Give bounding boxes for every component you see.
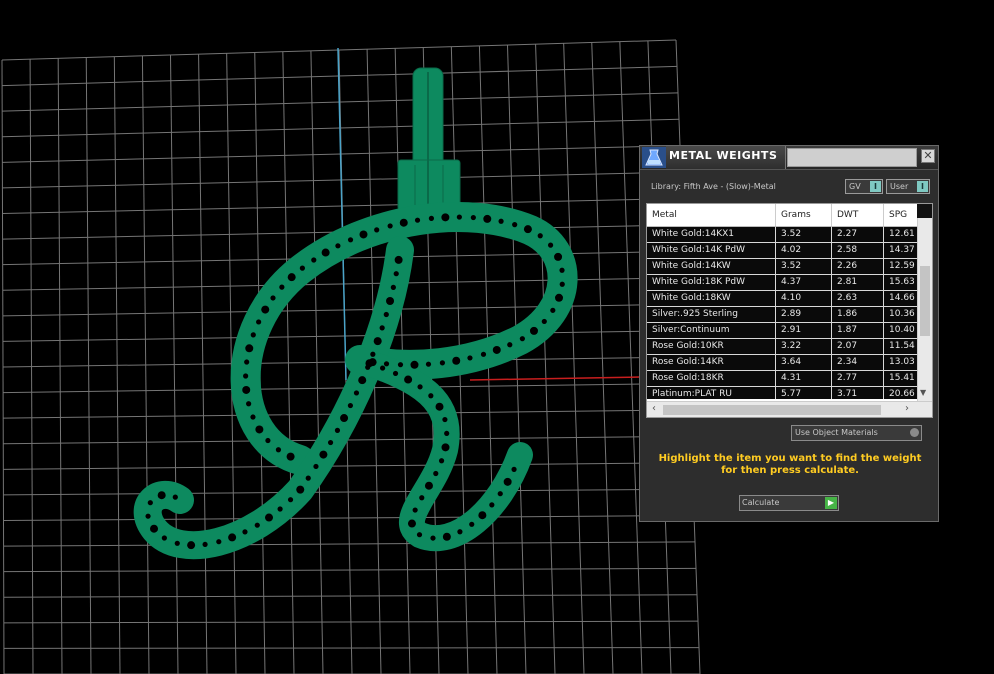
dwt-cell: 2.07 bbox=[832, 339, 884, 354]
metal-weights-panel: METAL WEIGHTS ✕ Library: Fifth Ave - (Sl… bbox=[639, 145, 939, 522]
dwt-cell: 2.63 bbox=[832, 291, 884, 306]
play-arrow-icon: ▶ bbox=[825, 497, 837, 509]
metal-cell: Rose Gold:14KR bbox=[647, 355, 776, 370]
instruction-text: Highlight the item you want to find the … bbox=[658, 453, 922, 476]
grams-cell: 4.31 bbox=[776, 371, 832, 386]
toggle-knob-icon bbox=[910, 428, 919, 437]
scroll-left-arrow-icon[interactable]: ‹ bbox=[652, 403, 656, 414]
vertical-scrollbar[interactable]: ▼ bbox=[917, 218, 932, 401]
metal-cell: Platinum:PLAT RU bbox=[647, 387, 776, 399]
gv-toggle-label: GV bbox=[849, 182, 861, 191]
user-toggle-label: User bbox=[890, 182, 909, 191]
calculate-button[interactable]: Calculate ▶ bbox=[739, 495, 839, 511]
grams-cell: 3.52 bbox=[776, 227, 832, 242]
grams-cell: 3.64 bbox=[776, 355, 832, 370]
metal-cell: Rose Gold:10KR bbox=[647, 339, 776, 354]
column-header-spg[interactable]: SPG bbox=[884, 204, 917, 226]
table-row[interactable]: Silver:Continuum 2.91 1.87 10.40 bbox=[647, 323, 917, 339]
metal-flask-icon bbox=[642, 147, 666, 168]
close-button[interactable]: ✕ bbox=[921, 149, 935, 163]
metal-cell: Silver:Continuum bbox=[647, 323, 776, 338]
table-row[interactable]: White Gold:18KW 4.10 2.63 14.66 bbox=[647, 291, 917, 307]
grams-cell: 2.91 bbox=[776, 323, 832, 338]
table-row[interactable]: Silver:.925 Sterling 2.89 1.86 10.36 bbox=[647, 307, 917, 323]
panel-title: METAL WEIGHTS bbox=[669, 149, 778, 162]
metal-cell: White Gold:14K PdW bbox=[647, 243, 776, 258]
metal-weights-table: Metal Grams DWT SPG White Gold:14KX1 3.52… bbox=[646, 203, 933, 418]
spg-cell: 11.54 bbox=[889, 341, 915, 351]
spg-cell: 10.36 bbox=[889, 309, 915, 319]
table-row[interactable]: White Gold:18K PdW 4.37 2.81 15.63 bbox=[647, 275, 917, 291]
metal-cell: White Gold:14KW bbox=[647, 259, 776, 274]
horizontal-scrollbar[interactable]: ‹ › bbox=[647, 401, 932, 417]
table-row[interactable]: White Gold:14KX1 3.52 2.27 12.61 bbox=[647, 227, 917, 243]
column-header-grams[interactable]: Grams bbox=[776, 204, 832, 226]
user-toggle-indicator: I bbox=[917, 181, 928, 192]
use-object-materials-label: Use Object Materials bbox=[795, 428, 878, 437]
column-header-dwt[interactable]: DWT bbox=[832, 204, 884, 226]
table-body: White Gold:14KX1 3.52 2.27 12.61 White Gold:… bbox=[647, 227, 917, 399]
spg-cell: 13.03 bbox=[889, 357, 915, 367]
dwt-cell: 2.34 bbox=[832, 355, 884, 370]
x-axis-line bbox=[469, 376, 641, 381]
metal-cell: White Gold:18KW bbox=[647, 291, 776, 306]
vertical-scroll-thumb[interactable] bbox=[920, 266, 930, 336]
dwt-cell: 1.87 bbox=[832, 323, 884, 338]
table-row[interactable]: White Gold:14KW 3.52 2.26 12.59 bbox=[647, 259, 917, 275]
y-axis-line bbox=[337, 47, 347, 381]
spg-cell: 15.41 bbox=[889, 373, 915, 383]
table-header: Metal Grams DWT SPG bbox=[647, 204, 932, 227]
table-row[interactable]: Rose Gold:14KR 3.64 2.34 13.03 bbox=[647, 355, 917, 371]
calculate-label: Calculate bbox=[742, 498, 780, 507]
dwt-cell: 1.86 bbox=[832, 307, 884, 322]
titlebar-blank-area bbox=[787, 148, 917, 167]
library-label: Library: Fifth Ave - (Slow)-Metal bbox=[651, 182, 776, 191]
table-row[interactable]: White Gold:14K PdW 4.02 2.58 14.37 bbox=[647, 243, 917, 259]
gv-toggle-indicator: I bbox=[870, 181, 881, 192]
horizontal-scroll-thumb[interactable] bbox=[663, 405, 881, 415]
scroll-down-arrow-icon[interactable]: ▼ bbox=[920, 388, 926, 397]
gv-toggle[interactable]: GV I bbox=[845, 179, 883, 194]
use-object-materials-toggle[interactable]: Use Object Materials bbox=[791, 425, 922, 441]
letter-r-pendant-model[interactable] bbox=[133, 67, 578, 560]
spg-cell: 12.59 bbox=[889, 261, 915, 271]
header-corner bbox=[917, 204, 932, 218]
column-header-metal[interactable]: Metal bbox=[647, 204, 776, 226]
grams-cell: 3.52 bbox=[776, 259, 832, 274]
dwt-cell: 2.58 bbox=[832, 243, 884, 258]
spg-cell: 12.61 bbox=[889, 229, 915, 239]
table-row[interactable]: Rose Gold:18KR 4.31 2.77 15.41 bbox=[647, 371, 917, 387]
letter-r-leg bbox=[347, 347, 533, 552]
metal-cell: Silver:.925 Sterling bbox=[647, 307, 776, 322]
spg-cell: 10.40 bbox=[889, 325, 915, 335]
spg-cell: 15.63 bbox=[889, 277, 915, 287]
table-row[interactable]: Platinum:PLAT RU 5.77 3.71 20.66 bbox=[647, 387, 917, 399]
dwt-cell: 2.26 bbox=[832, 259, 884, 274]
grams-cell: 5.77 bbox=[776, 387, 832, 399]
dwt-cell: 2.81 bbox=[832, 275, 884, 290]
dwt-cell: 2.77 bbox=[832, 371, 884, 386]
table-row[interactable]: Rose Gold:10KR 3.22 2.07 11.54 bbox=[647, 339, 917, 355]
metal-cell: White Gold:14KX1 bbox=[647, 227, 776, 242]
spg-cell: 14.37 bbox=[889, 245, 915, 255]
grams-cell: 4.02 bbox=[776, 243, 832, 258]
spg-cell: 20.66 bbox=[889, 389, 915, 399]
metal-cell: White Gold:18K PdW bbox=[647, 275, 776, 290]
dwt-cell: 3.71 bbox=[832, 387, 884, 399]
panel-titlebar[interactable]: METAL WEIGHTS ✕ bbox=[640, 146, 938, 170]
grams-cell: 4.10 bbox=[776, 291, 832, 306]
dwt-cell: 2.27 bbox=[832, 227, 884, 242]
grams-cell: 3.22 bbox=[776, 339, 832, 354]
grams-cell: 2.89 bbox=[776, 307, 832, 322]
spg-cell: 14.66 bbox=[889, 293, 915, 303]
user-toggle[interactable]: User I bbox=[886, 179, 930, 194]
scroll-right-arrow-icon[interactable]: › bbox=[905, 403, 909, 414]
grams-cell: 4.37 bbox=[776, 275, 832, 290]
metal-cell: Rose Gold:18KR bbox=[647, 371, 776, 386]
